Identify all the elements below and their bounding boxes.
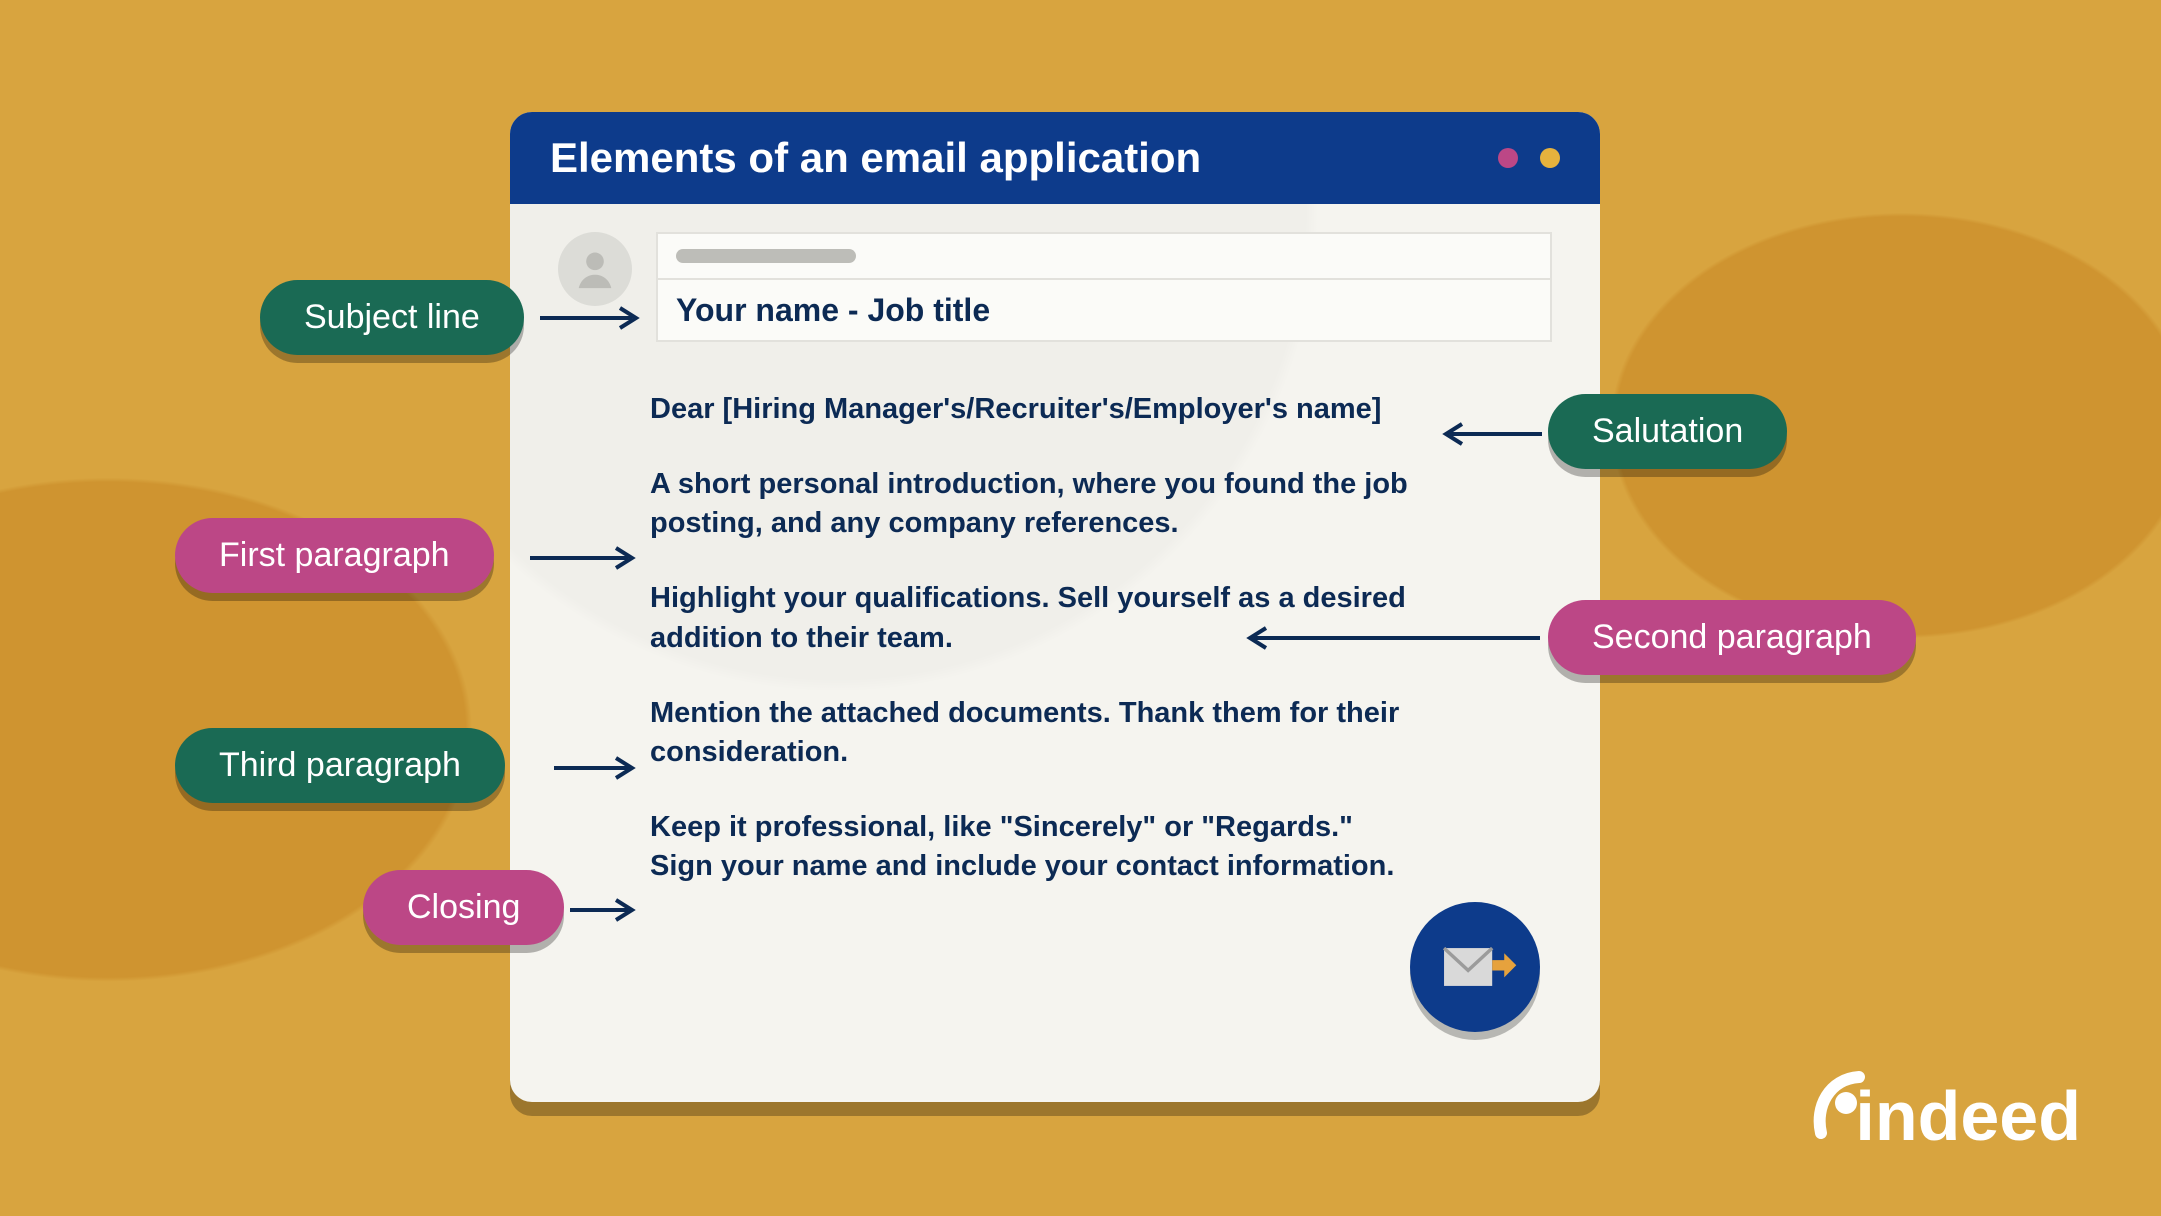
label-second: Second paragraph xyxy=(1548,600,1916,675)
label-closing: Closing xyxy=(363,870,564,945)
arrow-salutation-icon xyxy=(1436,416,1542,452)
label-first: First paragraph xyxy=(175,518,494,593)
to-placeholder-icon xyxy=(676,249,856,263)
indeed-swoosh-icon xyxy=(1811,1071,1865,1145)
third-paragraph-text: Mention the attached documents. Thank th… xyxy=(650,694,1410,772)
label-subject: Subject line xyxy=(260,280,524,355)
closing-text: Keep it professional, like "Sincerely" o… xyxy=(650,808,1410,886)
arrow-closing-icon xyxy=(570,892,646,928)
window-title: Elements of an email application xyxy=(550,134,1476,182)
send-button[interactable] xyxy=(1410,902,1540,1032)
subject-field: Your name - Job title xyxy=(656,280,1552,342)
first-paragraph-text: A short personal introduction, where you… xyxy=(650,465,1410,543)
avatar-icon xyxy=(558,232,632,306)
indeed-logo: indeed xyxy=(1811,1076,2081,1156)
email-header: Your name - Job title xyxy=(510,204,1600,342)
email-window: Elements of an email application Your na… xyxy=(510,112,1600,1102)
diagram-canvas: Elements of an email application Your na… xyxy=(0,0,2161,1216)
arrow-second-icon xyxy=(1240,620,1540,656)
arrow-first-icon xyxy=(530,540,646,576)
indeed-wordmark: indeed xyxy=(1855,1076,2081,1156)
envelope-send-icon xyxy=(1432,924,1518,1010)
arrow-third-icon xyxy=(554,750,646,786)
to-field xyxy=(656,232,1552,280)
window-dot-close-icon xyxy=(1540,148,1560,168)
label-third: Third paragraph xyxy=(175,728,505,803)
window-titlebar: Elements of an email application xyxy=(510,112,1600,204)
arrow-subject-icon xyxy=(540,300,650,336)
salutation-text: Dear [Hiring Manager's/Recruiter's/Emplo… xyxy=(650,390,1410,429)
window-dot-minimize-icon xyxy=(1498,148,1518,168)
label-salutation: Salutation xyxy=(1548,394,1787,469)
